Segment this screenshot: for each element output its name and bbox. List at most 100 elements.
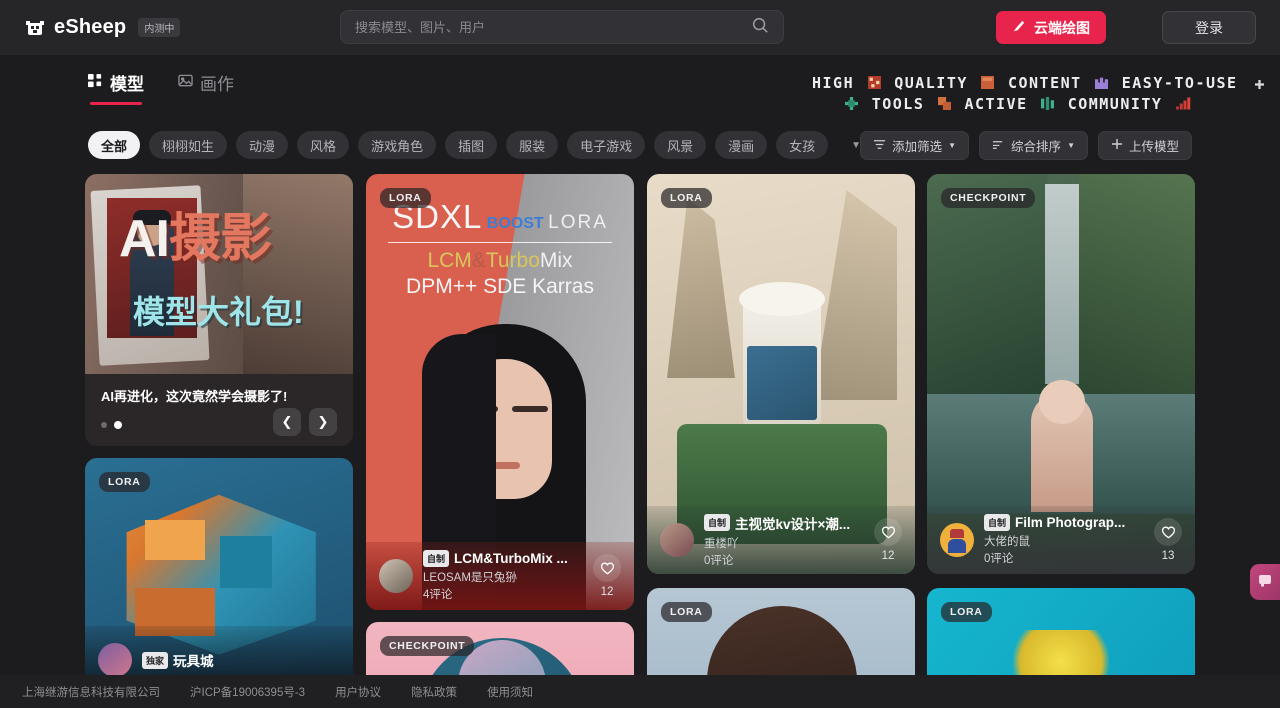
pixel-diamond-icon [845, 95, 859, 110]
chip-lifelike[interactable]: 栩栩如生 [149, 131, 228, 159]
tab-models-label: 模型 [110, 75, 144, 94]
card-footer: 自制 Film Photograp... 大佬的鼠 0评论 13 [927, 506, 1195, 574]
model-card-film-photography[interactable]: CHECKPOINT 自制 Film Photograp... 大佬的鼠 0评论 [927, 174, 1195, 574]
promo-pixel-banner: HIGH QUALITY CONTENT EASY-TO-USE TOOLS A… [812, 73, 1265, 115]
pixel-sparkle-icon [867, 74, 881, 89]
card-title: Film Photograp... [1015, 515, 1126, 530]
add-filter-label: 添加筛选 [892, 140, 943, 154]
card-badge-lora: LORA [99, 472, 150, 492]
promo-word-quality: QUALITY [894, 74, 968, 92]
avatar[interactable] [98, 643, 132, 677]
carousel-arrows: ❮ ❯ [273, 408, 337, 436]
like-column: 13 [1154, 518, 1182, 562]
chip-style[interactable]: 风格 [297, 131, 350, 159]
avatar[interactable] [379, 559, 413, 593]
add-filter-button[interactable]: 添加筛选 ▼ [860, 131, 970, 160]
like-column: 12 [874, 518, 902, 562]
search-input[interactable] [355, 19, 751, 35]
beta-badge: 内测中 [138, 18, 181, 37]
chip-game-character[interactable]: 游戏角色 [358, 131, 437, 159]
filter-icon [873, 138, 886, 154]
chip-illustration[interactable]: 插图 [445, 131, 498, 159]
heart-icon[interactable] [593, 554, 621, 582]
chip-clothing[interactable]: 服装 [506, 131, 559, 159]
card-author: 大佬的鼠 [984, 536, 1030, 548]
upload-model-button[interactable]: 上传模型 [1097, 131, 1192, 160]
search-icon[interactable] [751, 16, 769, 39]
heart-icon[interactable] [874, 518, 902, 546]
promo-word-active: ACTIVE [964, 95, 1028, 113]
avatar[interactable] [940, 523, 974, 557]
exclusive-badge: 独家 [142, 651, 169, 669]
cloud-draw-button[interactable]: 云端绘图 [996, 11, 1106, 44]
hero-banner-card[interactable]: AI摄影 模型大礼包! AI再进化，这次竟然学会摄影了! ❮ ❯ [85, 174, 353, 446]
like-count: 12 [600, 586, 614, 598]
footer-link-user-agreement[interactable]: 用户协议 [335, 684, 381, 700]
card-meta: 自制 LCM&TurboMix ... LEOSAM是只兔狲 4评论 [423, 550, 583, 602]
self-made-badge: 自制 [984, 514, 1011, 531]
card-meta: 自制 主视觉kv设计×潮... 重楼吖 0评论 [704, 513, 864, 568]
promo-line-2: TOOLS ACTIVE COMMUNITY [812, 94, 1192, 115]
card-comments: 0评论 [704, 554, 734, 567]
card-badge-checkpoint: CHECKPOINT [941, 188, 1036, 208]
page-root: eSheep 内测中 云端绘图 登录 [0, 0, 1280, 708]
hero-caption: AI再进化，这次竟然学会摄影了! [101, 389, 288, 404]
footer-icp-link[interactable]: 沪ICP备19006395号-3 [190, 684, 305, 700]
chip-anime[interactable]: 动漫 [236, 131, 289, 159]
carousel-dot-1[interactable] [101, 422, 107, 428]
feedback-icon [1257, 572, 1273, 593]
card-title: LCM&TurboMix ... [454, 551, 568, 566]
tab-artworks-label: 画作 [200, 75, 234, 94]
heart-icon[interactable] [1154, 518, 1182, 546]
pixel-crown-icon [1095, 74, 1109, 89]
sort-button[interactable]: 综合排序 ▼ [979, 131, 1088, 160]
pixel-cube-icon [937, 95, 951, 110]
carousel-dot-2[interactable] [114, 421, 122, 429]
model-card-kv-design[interactable]: LORA 自制 主视觉kv设计×潮... 重楼吖 0评论 12 [647, 174, 915, 574]
chevron-left-icon[interactable]: ❮ [273, 408, 301, 436]
card-badge-lora: LORA [661, 188, 712, 208]
card-footer: 自制 主视觉kv设计×潮... 重楼吖 0评论 12 [647, 506, 915, 574]
chip-girl[interactable]: 女孩 [776, 131, 829, 159]
footer-link-usage-notice[interactable]: 使用须知 [487, 684, 533, 700]
pixel-chart-icon [1176, 95, 1191, 110]
card-comments: 0评论 [984, 553, 1014, 565]
chip-all[interactable]: 全部 [88, 131, 141, 159]
brush-icon [1012, 19, 1027, 37]
pixel-star-icon [1251, 74, 1265, 89]
like-count: 13 [1161, 550, 1175, 562]
promo-word-content: CONTENT [1007, 74, 1082, 92]
carousel-dots [101, 421, 122, 429]
footer-link-privacy-policy[interactable]: 隐私政策 [411, 684, 457, 700]
chevron-down-icon: ▼ [1067, 141, 1075, 150]
model-card-toy-city[interactable]: LORA 独家 玩具城 [85, 458, 353, 694]
self-made-badge: 自制 [704, 514, 731, 531]
sheep-pixel-logo-icon [24, 17, 46, 39]
plus-icon [1111, 138, 1123, 153]
feedback-side-tab[interactable] [1250, 564, 1280, 600]
model-card-lcm-turbomix[interactable]: LORA SDXL BOOST LORA LCM&TurboMix DPM++ … [366, 174, 634, 610]
chip-comic[interactable]: 漫画 [715, 131, 768, 159]
card-badge-lora: LORA [661, 602, 712, 622]
card-title-row: 独家 玩具城 [142, 650, 340, 670]
chevron-down-icon: ▼ [948, 141, 957, 150]
tab-models[interactable]: 模型 [88, 70, 144, 105]
tab-artworks[interactable]: 画作 [178, 70, 234, 105]
logo[interactable]: eSheep 内测中 [24, 16, 181, 39]
card-meta: 独家 玩具城 [142, 650, 340, 670]
sort-icon [992, 138, 1005, 154]
card-meta: 自制 Film Photograp... 大佬的鼠 0评论 [984, 514, 1144, 566]
search-bar[interactable] [340, 10, 784, 44]
chevron-right-icon[interactable]: ❯ [309, 408, 337, 436]
login-button[interactable]: 登录 [1162, 11, 1256, 44]
category-chip-row: 全部 栩栩如生 动漫 风格 游戏角色 插图 服装 电子游戏 风景 漫画 女孩 ▼ [88, 131, 861, 159]
main-tabs: 模型 画作 [88, 70, 234, 105]
avatar[interactable] [660, 523, 694, 557]
promo-word-community: COMMUNITY [1067, 95, 1163, 113]
card-badge-lora: LORA [380, 188, 431, 208]
card-author: LEOSAM是只兔狲 [423, 572, 517, 584]
chip-video-game[interactable]: 电子游戏 [567, 131, 646, 159]
chip-landscape[interactable]: 风景 [654, 131, 707, 159]
hero-title-line2: 模型大礼包! [133, 294, 304, 330]
card-author: 重楼吖 [704, 537, 739, 550]
